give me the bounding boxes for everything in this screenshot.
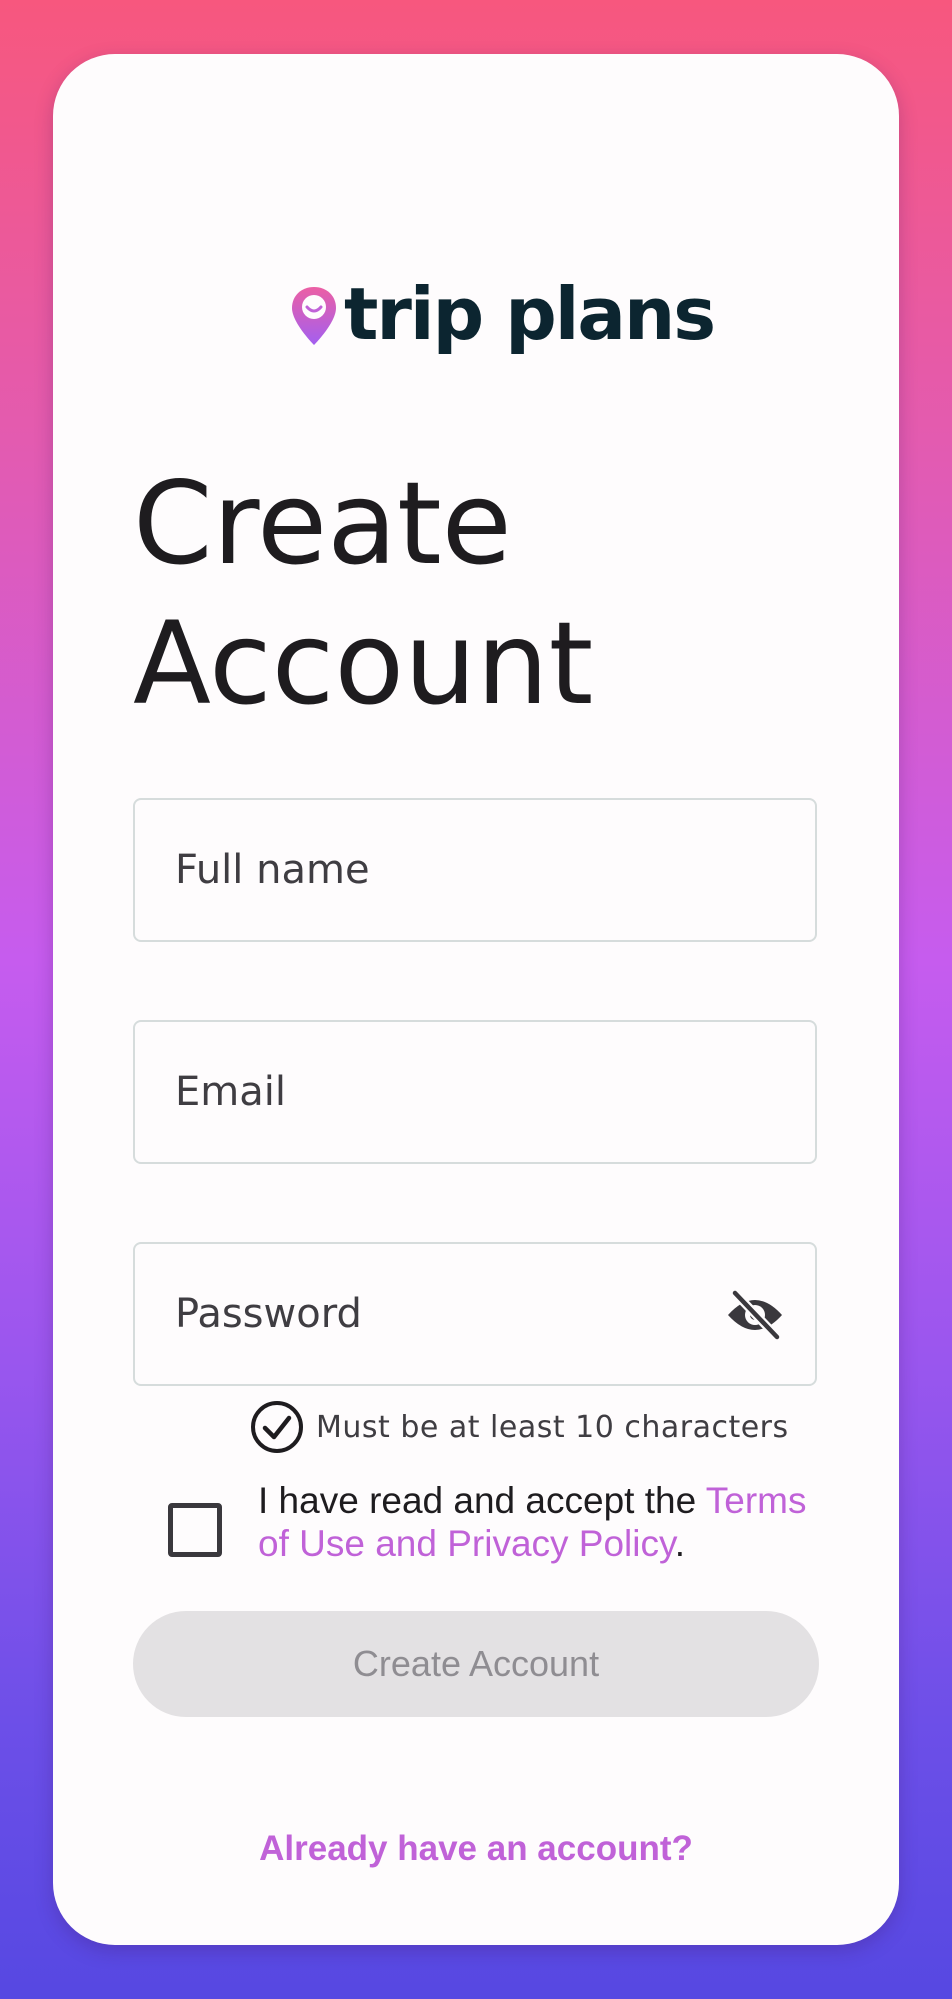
signup-card: trip plans Create Account Must be at lea…: [53, 54, 899, 1945]
create-account-button[interactable]: Create Account: [133, 1611, 819, 1717]
page-title: Create Account: [133, 454, 833, 734]
signin-link[interactable]: Already have an account?: [53, 1829, 899, 1869]
page-title-line1: Create: [133, 457, 512, 590]
brand-logo: trip plans: [290, 254, 716, 374]
brand-name: trip plans: [344, 272, 716, 356]
eye-off-icon[interactable]: [725, 1289, 785, 1341]
map-pin-smile-icon: [292, 287, 336, 345]
terms-row: I have read and accept the Terms of Use …: [168, 1479, 818, 1565]
password-hint-text: Must be at least 10 characters: [316, 1409, 789, 1445]
check-circle-icon: [251, 1401, 303, 1453]
terms-checkbox[interactable]: [168, 1503, 222, 1557]
password-hint: Must be at least 10 characters: [250, 1399, 789, 1455]
full-name-field: [133, 798, 817, 942]
terms-text: I have read and accept the Terms of Use …: [258, 1479, 818, 1565]
terms-prefix: I have read and accept the: [258, 1480, 706, 1521]
terms-suffix: .: [674, 1523, 686, 1564]
full-name-input[interactable]: [135, 800, 815, 940]
email-field: [133, 1020, 817, 1164]
email-input[interactable]: [135, 1022, 815, 1162]
password-input[interactable]: [135, 1244, 815, 1384]
page-title-line2: Account: [133, 597, 594, 730]
password-field: [133, 1242, 817, 1386]
